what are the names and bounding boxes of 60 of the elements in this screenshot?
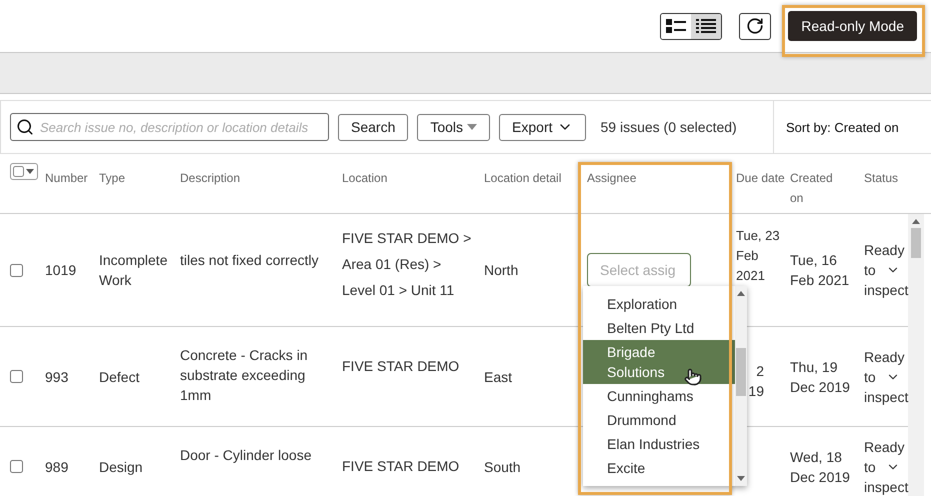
caret-icon <box>467 124 478 130</box>
due-date-cell-text: Tue, 23 Feb 2021 <box>736 227 781 285</box>
number-cell-text: 1019 <box>45 261 78 280</box>
hand-cursor-icon <box>684 368 702 386</box>
due-date-cell-text: 2 19 <box>748 362 765 401</box>
view-mode-button[interactable] <box>691 14 722 38</box>
caret-icon <box>26 169 34 174</box>
assignee-select-field[interactable]: Select assig <box>587 253 691 287</box>
column-header[interactable]: Due date <box>736 154 785 188</box>
type-cell-text: Incomplete Work <box>99 251 168 290</box>
created-on-cell-text: Wed, 18 Dec 2019 <box>790 448 851 486</box>
column-header[interactable]: Status <box>864 154 898 188</box>
select-all-dropdown[interactable] <box>10 163 38 180</box>
status-dropdown[interactable]: Ready to inspect <box>864 346 910 406</box>
export-button[interactable]: Export <box>499 114 586 140</box>
detail-list-icon <box>666 19 686 33</box>
search-icon <box>16 118 34 136</box>
location-detail-cell-text: East <box>484 368 514 386</box>
column-header[interactable]: Number <box>45 154 88 188</box>
scroll-up-icon[interactable] <box>737 290 745 296</box>
search-field[interactable]: Search issue no, description or location details <box>10 113 329 141</box>
refresh-icon <box>746 17 764 35</box>
search-button[interactable]: Search <box>338 114 408 140</box>
tools-button[interactable]: Tools <box>417 114 490 140</box>
scrollbar-thumb[interactable] <box>911 228 921 258</box>
issue-count: 59 issues (0 selected) <box>600 119 737 135</box>
scrollbar-thumb[interactable] <box>736 348 746 396</box>
description-cell-text: Concrete - Cracks in substrate exceeding 1mm <box>180 346 309 405</box>
row-checkbox[interactable] <box>10 460 23 473</box>
row-checkbox[interactable] <box>10 370 23 383</box>
description-cell-text: tiles not fixed correctly <box>180 251 320 270</box>
page-scrollbar[interactable] <box>908 214 924 496</box>
created-on-cell-text: Thu, 19 Dec 2019 <box>790 358 851 396</box>
column-header[interactable]: Location <box>342 154 388 188</box>
column-header[interactable]: Location detail <box>484 154 562 188</box>
row-checkbox[interactable] <box>10 264 23 276</box>
column-header[interactable]: Created on <box>790 154 840 208</box>
description-cell-text: Door - Cylinder loose <box>180 446 312 465</box>
type-cell-text: Design <box>99 458 144 476</box>
read-only-mode-button[interactable]: Read-only Mode <box>788 11 917 41</box>
number-cell-text: 993 <box>45 368 70 386</box>
created-on-cell-text: Tue, 16 Feb 2021 <box>790 251 850 290</box>
location-cell-text: FIVE STAR DEMO > Area 01 (Res) > Level 01 > Unit 11 <box>342 229 472 300</box>
location-detail-cell-text: North <box>484 261 520 280</box>
location-cell-text: FIVE STAR DEMO <box>342 357 460 376</box>
status-dropdown[interactable]: Ready to inspect <box>864 436 910 496</box>
status-dropdown[interactable]: Ready to inspect <box>864 240 910 300</box>
column-header[interactable]: Assignee <box>587 154 636 188</box>
column-header[interactable]: Description <box>180 154 240 188</box>
location-cell-text: FIVE STAR DEMO <box>342 457 460 476</box>
assignee-option[interactable]: Brigade Solutions <box>583 340 735 384</box>
type-cell-text: Defect <box>99 368 140 386</box>
select-all-checkbox[interactable] <box>13 166 24 177</box>
scroll-down-icon[interactable] <box>737 476 745 482</box>
refresh-button[interactable] <box>739 12 772 40</box>
column-header[interactable]: Type <box>99 154 126 188</box>
list-icon <box>696 19 716 33</box>
scroll-up-icon[interactable] <box>912 218 920 224</box>
location-detail-cell-text: South <box>484 458 522 476</box>
number-cell-text: 989 <box>45 458 70 476</box>
